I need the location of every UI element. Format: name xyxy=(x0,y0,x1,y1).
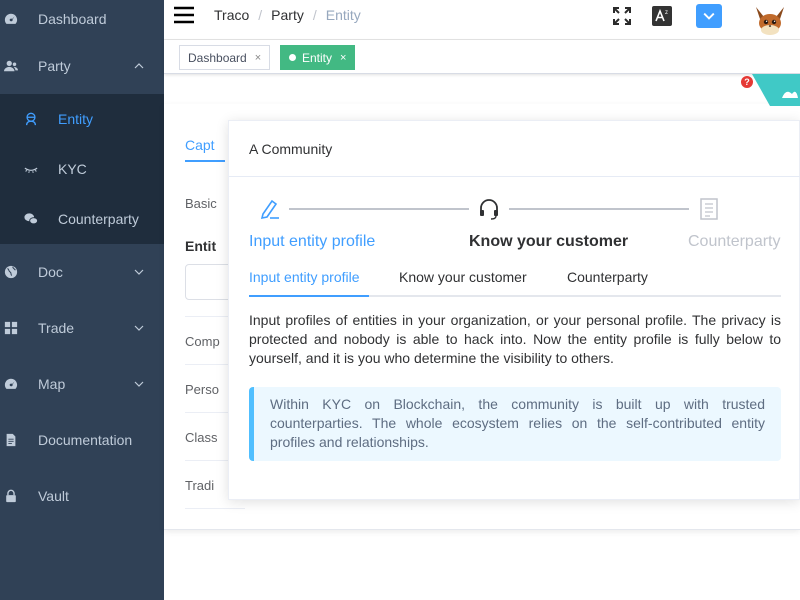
grid-icon xyxy=(4,321,18,335)
menu-trade-label: Trade xyxy=(38,320,75,336)
sidebar-item-counterparty-label: Counterparty xyxy=(58,211,139,227)
tags-view: Dashboard × Entity × xyxy=(164,40,800,74)
breadcrumb-item[interactable]: Traco xyxy=(214,7,249,23)
step-connector xyxy=(509,208,689,210)
sidebar-item-kyc-label: KYC xyxy=(58,161,87,177)
chevron-down-icon xyxy=(134,381,144,387)
sidebar-item-entity-label: Entity xyxy=(58,111,94,127)
tag-entity-label: Entity xyxy=(302,50,333,65)
row-label: Perso xyxy=(185,382,219,397)
menu-documentation[interactable]: Documentation xyxy=(0,412,164,468)
popover-title: A Community xyxy=(249,141,333,157)
dashboard-icon xyxy=(4,13,18,24)
menu-doc-label: Doc xyxy=(38,264,63,280)
chevron-up-icon xyxy=(134,63,144,69)
entity-heading: Entit xyxy=(185,238,217,254)
sidebar-item-counterparty[interactable]: Counterparty xyxy=(0,194,164,244)
chevron-down-icon xyxy=(134,269,144,275)
party-submenu: Entity KYC Counterparty xyxy=(0,94,164,244)
breadcrumb-item[interactable]: Party xyxy=(271,7,304,23)
headset-icon xyxy=(480,199,498,220)
sidebar: Dashboard Party Entity KYC Counterparty … xyxy=(0,0,164,600)
hamburger-icon[interactable] xyxy=(174,6,194,24)
user-icon xyxy=(25,112,37,126)
svg-text:?: ? xyxy=(744,77,750,87)
description-text: Input profiles of entities in your organ… xyxy=(249,312,781,366)
menu-map[interactable]: Map xyxy=(0,356,164,412)
tab-counterparty[interactable]: Counterparty xyxy=(567,269,648,285)
help-corner-icon[interactable]: ? xyxy=(740,74,800,106)
menu-doc[interactable]: Doc xyxy=(0,244,164,300)
menu-party[interactable]: Party xyxy=(0,38,164,94)
translate-icon[interactable]: z xyxy=(652,6,672,26)
menu-vault-label: Vault xyxy=(38,488,69,504)
tag-dashboard[interactable]: Dashboard × xyxy=(179,45,271,70)
globe-icon xyxy=(4,265,18,279)
menu-vault[interactable]: Vault xyxy=(0,468,164,524)
tab-capture[interactable]: Capt xyxy=(185,137,215,153)
menu-party-label: Party xyxy=(38,58,71,74)
section-basic-label: Basic xyxy=(185,196,217,211)
eye-icon xyxy=(24,167,38,174)
fullscreen-icon[interactable] xyxy=(612,6,632,26)
edit-icon xyxy=(260,199,279,220)
popover-tabs: Input entity profile Know your customer … xyxy=(249,267,781,297)
document-icon xyxy=(700,198,718,220)
row-label: Comp xyxy=(185,334,220,349)
tag-entity[interactable]: Entity × xyxy=(280,45,356,70)
step-title-1: Input entity profile xyxy=(249,233,376,250)
breadcrumb-separator: / xyxy=(312,7,317,23)
chevron-down-icon xyxy=(703,12,715,20)
step-title-3: Counterparty xyxy=(688,233,781,250)
document-icon xyxy=(6,433,16,447)
close-icon[interactable]: × xyxy=(255,52,261,64)
avatar[interactable] xyxy=(750,3,790,37)
menu-dashboard[interactable]: Dashboard xyxy=(0,0,164,38)
tab-know-your-customer[interactable]: Know your customer xyxy=(399,269,527,285)
row-divider xyxy=(185,508,245,509)
menu-dashboard-label: Dashboard xyxy=(38,11,107,27)
close-icon[interactable]: × xyxy=(340,52,346,64)
step-connector xyxy=(289,208,469,210)
row-label: Class xyxy=(185,430,218,445)
breadcrumb-separator: / xyxy=(258,7,263,23)
tag-dashboard-label: Dashboard xyxy=(188,50,247,65)
tab-input-entity-profile[interactable]: Input entity profile xyxy=(249,269,360,285)
help-popover: A Community Input entity profile Know yo… xyxy=(228,120,800,500)
lock-icon xyxy=(6,489,16,503)
people-icon xyxy=(4,60,18,72)
tab-active-bar xyxy=(185,160,225,162)
dashboard-icon xyxy=(4,378,18,389)
svg-text:z: z xyxy=(665,10,668,16)
chat-icon xyxy=(24,213,38,225)
row-label: Tradi xyxy=(185,478,215,493)
menu-documentation-label: Documentation xyxy=(38,432,133,448)
tip-box: Within KYC on Blockchain, the community … xyxy=(249,387,781,461)
menu-trade[interactable]: Trade xyxy=(0,300,164,356)
breadcrumb-item-current: Entity xyxy=(325,7,361,23)
navbar: Traco / Party / Entity z xyxy=(164,0,800,40)
sidebar-item-kyc[interactable]: KYC xyxy=(0,144,164,194)
tab-active-bar xyxy=(249,295,369,297)
step-title-2: Know your customer xyxy=(469,233,629,250)
sidebar-item-entity[interactable]: Entity xyxy=(0,94,164,144)
divider xyxy=(229,176,800,177)
chevron-down-icon xyxy=(134,325,144,331)
breadcrumb: Traco / Party / Entity xyxy=(214,7,361,23)
active-dot-icon xyxy=(289,54,296,61)
menu-map-label: Map xyxy=(38,376,66,392)
dropdown-button[interactable] xyxy=(696,4,722,28)
